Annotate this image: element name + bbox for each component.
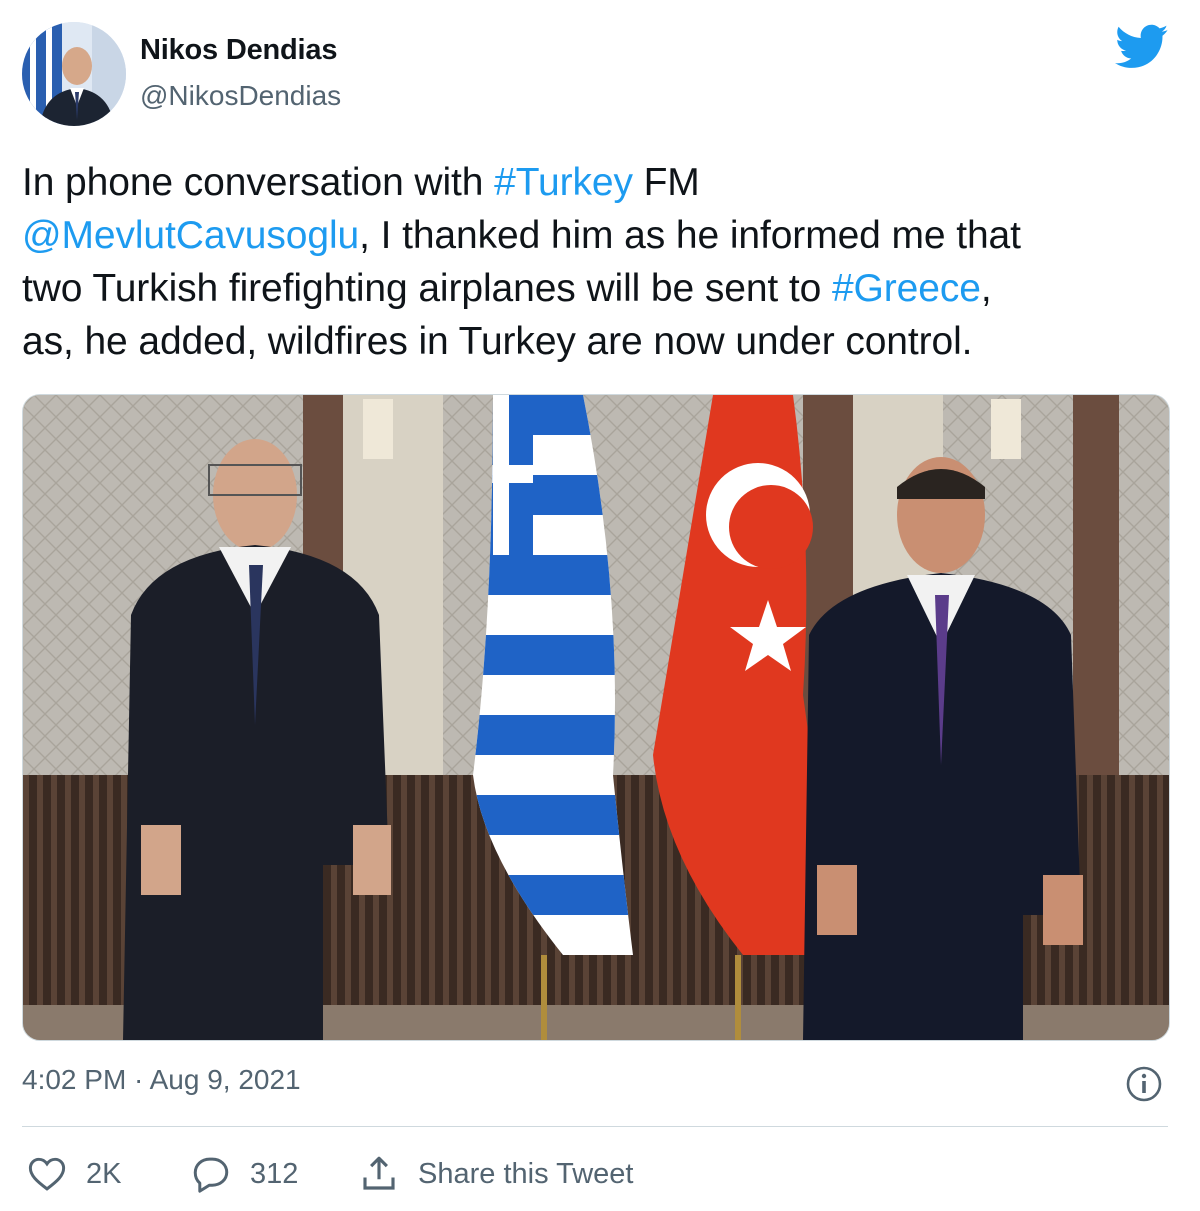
avatar[interactable]	[22, 22, 126, 126]
share-label: Share this Tweet	[418, 1157, 634, 1190]
speech-bubble-icon	[193, 1157, 229, 1193]
tweet-line-1: In phone conversation with #Turkey FM	[22, 156, 1182, 209]
hashtag-greece-link[interactable]: #Greece	[832, 267, 981, 310]
tweet-photo[interactable]	[22, 394, 1170, 1041]
like-count: 2K	[86, 1157, 122, 1190]
reply-count: 312	[250, 1157, 299, 1190]
tweet-card: Nikos Dendias @NikosDendias In phone con…	[0, 0, 1200, 1211]
tweet-text-segment: ,	[980, 267, 992, 310]
tweet-line-4: as, he added, wildfires in Turkey are no…	[22, 320, 973, 363]
tweet-text-segment: , I thanked him as he informed me that	[359, 214, 1021, 257]
tweet-text-segment: FM	[632, 161, 700, 204]
like-button[interactable]: 2K	[26, 1150, 121, 1198]
hashtag-turkey-link[interactable]: #Turkey	[494, 161, 633, 204]
tweet-text: In phone conversation with #Turkey FM @M…	[22, 156, 1182, 368]
tweet-timestamp[interactable]: 4:02 PM · Aug 9, 2021	[22, 1064, 301, 1096]
tweet-line-2: @MevlutCavusoglu, I thanked him as he in…	[22, 209, 1182, 262]
reply-button[interactable]: 312	[190, 1150, 298, 1198]
author-name[interactable]: Nikos Dendias	[140, 34, 337, 67]
heart-icon	[28, 1157, 66, 1191]
mention-mevlutcavusoglu-link[interactable]: @MevlutCavusoglu	[22, 214, 359, 257]
share-button[interactable]: Share this Tweet	[358, 1150, 633, 1198]
info-icon[interactable]	[1124, 1064, 1164, 1104]
tweet-line-3: two Turkish firefighting airplanes will …	[22, 262, 1182, 315]
author-handle[interactable]: @NikosDendias	[140, 80, 341, 112]
tweet-text-segment: In phone conversation with	[22, 161, 495, 204]
tweet-text-segment: two Turkish firefighting airplanes will …	[22, 267, 832, 310]
twitter-bird-icon[interactable]	[1115, 24, 1169, 70]
divider	[22, 1126, 1168, 1127]
share-upload-icon	[363, 1156, 395, 1190]
